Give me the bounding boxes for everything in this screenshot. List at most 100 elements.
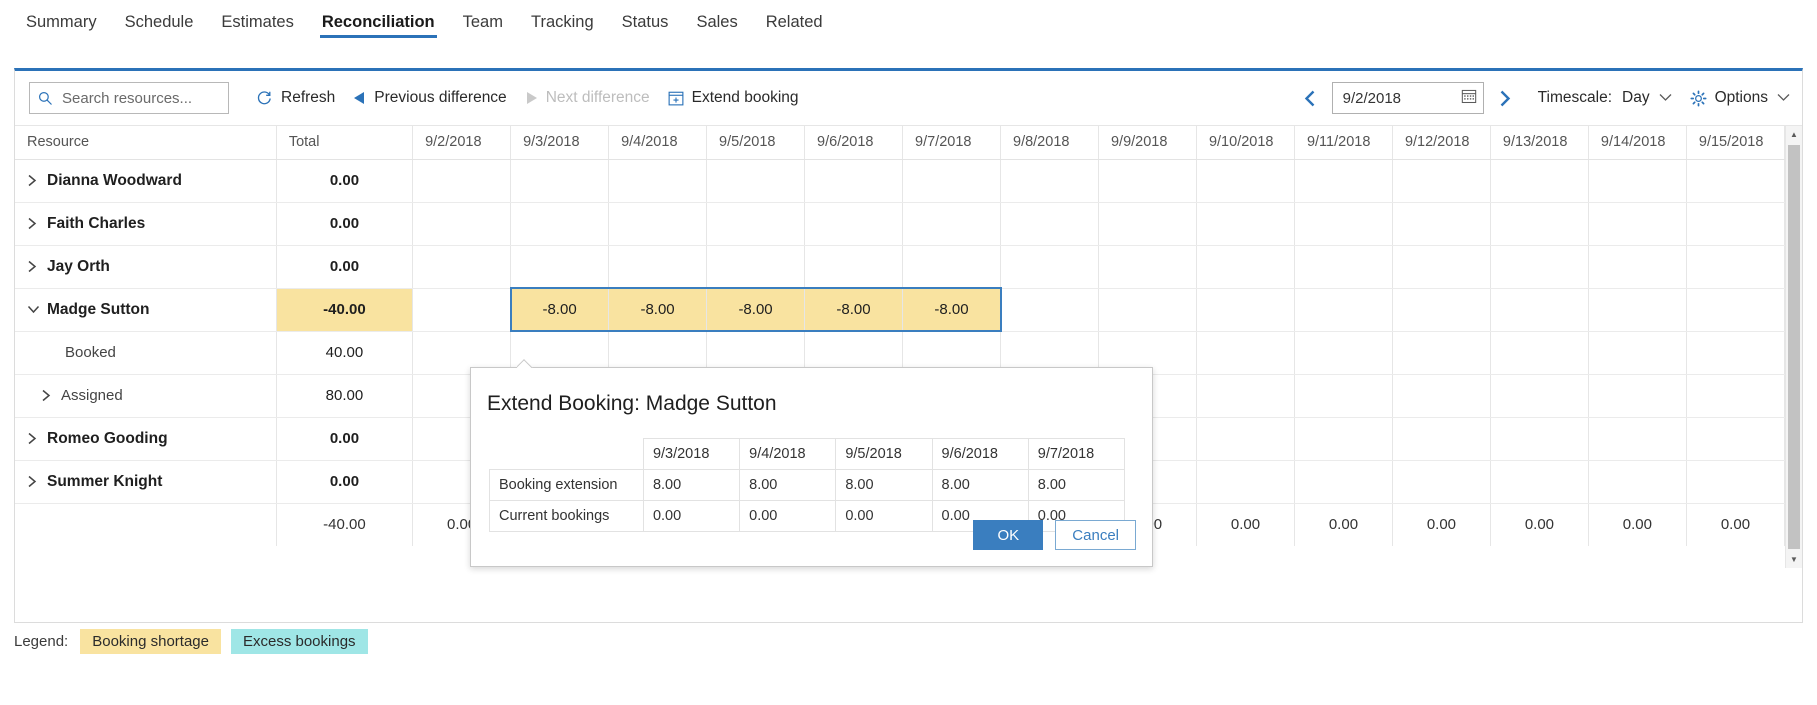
day-cell[interactable] <box>608 159 708 203</box>
ok-button[interactable]: OK <box>973 520 1044 550</box>
previous-date-button[interactable] <box>1296 83 1326 113</box>
resource-cell[interactable]: Booked <box>15 331 277 375</box>
resource-cell[interactable]: Madge Sutton <box>15 288 277 332</box>
day-cell[interactable] <box>1196 245 1295 289</box>
resource-cell[interactable]: Summer Knight <box>15 460 277 504</box>
day-cell[interactable] <box>1392 374 1491 418</box>
day-cell[interactable] <box>1196 417 1295 461</box>
day-cell[interactable] <box>1490 245 1589 289</box>
dialog-value-cell[interactable]: 8.00 <box>1027 469 1126 501</box>
day-cell[interactable] <box>1000 288 1099 332</box>
day-cell[interactable] <box>1686 159 1786 203</box>
day-cell[interactable] <box>1392 159 1491 203</box>
grid-column-header[interactable]: 9/15/2018 <box>1686 126 1786 160</box>
day-cell[interactable] <box>1588 202 1687 246</box>
day-cell[interactable] <box>412 202 512 246</box>
dialog-value-cell[interactable]: 8.00 <box>931 469 1029 501</box>
day-cell[interactable] <box>608 245 708 289</box>
day-cell[interactable] <box>1294 245 1393 289</box>
total-cell[interactable]: 0.00 <box>276 417 414 461</box>
day-cell[interactable] <box>1490 417 1589 461</box>
day-cell[interactable] <box>1686 331 1786 375</box>
resource-cell[interactable]: Faith Charles <box>15 202 277 246</box>
day-cell[interactable]: -8.00 <box>608 288 708 332</box>
day-cell[interactable] <box>1490 460 1589 504</box>
nav-tab-estimates[interactable]: Estimates <box>207 0 307 52</box>
day-cell[interactable] <box>1392 202 1491 246</box>
day-cell[interactable] <box>1392 331 1491 375</box>
vertical-scrollbar[interactable]: ▲ ▼ <box>1785 126 1802 568</box>
timescale-select[interactable]: Day <box>1622 89 1672 107</box>
day-cell[interactable] <box>1098 288 1197 332</box>
day-cell[interactable] <box>706 159 806 203</box>
day-cell[interactable] <box>1098 245 1197 289</box>
day-cell[interactable]: -8.00 <box>902 288 1001 332</box>
day-cell[interactable] <box>1686 245 1786 289</box>
day-cell[interactable] <box>1294 159 1393 203</box>
day-cell[interactable] <box>1588 288 1687 332</box>
nav-tab-tracking[interactable]: Tracking <box>517 0 608 52</box>
day-cell[interactable] <box>1588 417 1687 461</box>
chevron-right-icon[interactable] <box>27 174 47 187</box>
nav-tab-related[interactable]: Related <box>752 0 837 52</box>
day-cell[interactable] <box>1686 288 1786 332</box>
day-cell[interactable] <box>1098 202 1197 246</box>
date-field[interactable]: 9/2/2018 <box>1331 82 1484 114</box>
day-cell[interactable] <box>1196 331 1295 375</box>
options-button[interactable]: Options <box>1690 89 1790 107</box>
day-cell[interactable] <box>1294 288 1393 332</box>
nav-tab-schedule[interactable]: Schedule <box>111 0 208 52</box>
grid-column-header[interactable]: 9/3/2018 <box>510 126 610 160</box>
total-cell[interactable]: 80.00 <box>276 374 414 418</box>
day-cell[interactable] <box>1588 331 1687 375</box>
grid-column-header[interactable]: 9/6/2018 <box>804 126 904 160</box>
day-cell[interactable] <box>1392 417 1491 461</box>
day-cell[interactable] <box>804 202 904 246</box>
table-row[interactable]: Dianna Woodward 0.00 <box>15 159 1786 203</box>
grid-column-header[interactable]: 9/8/2018 <box>1000 126 1099 160</box>
day-cell[interactable] <box>1686 202 1786 246</box>
grid-column-header[interactable]: 9/4/2018 <box>608 126 708 160</box>
chevron-right-icon[interactable] <box>41 389 61 402</box>
day-cell[interactable] <box>412 288 512 332</box>
table-row[interactable]: Jay Orth 0.00 <box>15 245 1786 289</box>
dialog-value-cell[interactable]: 8.00 <box>739 469 837 501</box>
day-cell[interactable] <box>1196 288 1295 332</box>
day-cell[interactable] <box>1588 460 1687 504</box>
table-row[interactable]: Faith Charles 0.00 <box>15 202 1786 246</box>
dialog-value-cell[interactable]: 0.00 <box>835 500 933 532</box>
day-cell[interactable] <box>1588 245 1687 289</box>
day-cell[interactable] <box>1196 460 1295 504</box>
chevron-right-icon[interactable] <box>27 475 47 488</box>
day-cell[interactable] <box>902 159 1001 203</box>
day-cell[interactable] <box>1686 374 1786 418</box>
day-cell[interactable] <box>510 202 610 246</box>
resource-cell[interactable]: Assigned <box>15 374 277 418</box>
day-cell[interactable] <box>706 245 806 289</box>
day-cell[interactable] <box>804 245 904 289</box>
day-cell[interactable] <box>1490 288 1589 332</box>
refresh-button[interactable]: Refresh <box>247 82 344 114</box>
total-cell[interactable]: 0.00 <box>276 245 414 289</box>
resource-cell[interactable]: Jay Orth <box>15 245 277 289</box>
day-cell[interactable] <box>1294 374 1393 418</box>
day-cell[interactable] <box>902 202 1001 246</box>
nav-tab-team[interactable]: Team <box>449 0 517 52</box>
grid-column-header[interactable]: 9/12/2018 <box>1392 126 1491 160</box>
day-cell[interactable] <box>1392 460 1491 504</box>
next-date-button[interactable] <box>1490 83 1520 113</box>
next-difference-button[interactable]: Next difference <box>516 82 659 114</box>
search-input[interactable] <box>60 88 220 108</box>
day-cell[interactable] <box>1392 288 1491 332</box>
grid-column-header[interactable]: 9/9/2018 <box>1098 126 1197 160</box>
day-cell[interactable] <box>510 159 610 203</box>
day-cell[interactable] <box>1294 460 1393 504</box>
day-cell[interactable] <box>1098 159 1197 203</box>
day-cell[interactable] <box>1392 245 1491 289</box>
cancel-button[interactable]: Cancel <box>1055 520 1136 550</box>
scrollbar-thumb[interactable] <box>1788 145 1800 549</box>
day-cell[interactable] <box>1294 417 1393 461</box>
previous-difference-button[interactable]: Previous difference <box>344 82 515 114</box>
day-cell[interactable]: -8.00 <box>510 288 610 332</box>
day-cell[interactable] <box>1490 202 1589 246</box>
